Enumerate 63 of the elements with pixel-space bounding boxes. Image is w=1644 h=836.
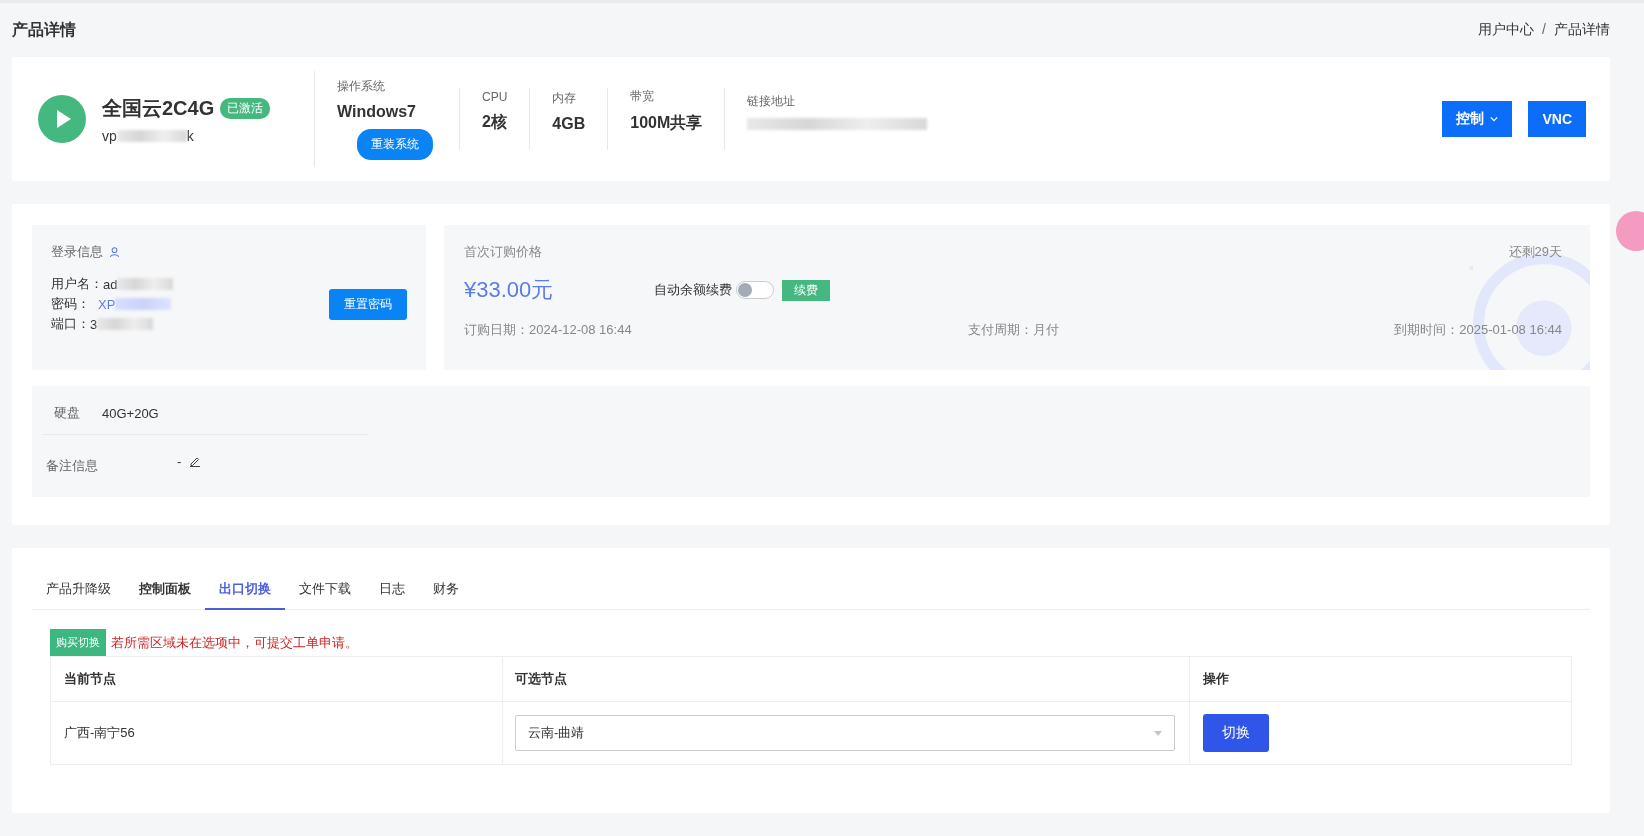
status-badge: 已激活 — [220, 97, 271, 119]
breadcrumb-separator: / — [1542, 21, 1546, 39]
expire-time: 到期时间：2025-01-08 16:44 — [1394, 321, 1562, 339]
switch-button[interactable]: 切换 — [1203, 714, 1269, 752]
reinstall-button[interactable]: 重装系统 — [357, 129, 433, 160]
order-date: 订购日期：2024-12-08 16:44 — [464, 321, 632, 339]
detail-label: 硬盘 — [54, 404, 81, 422]
redaction-blur — [116, 129, 187, 142]
detail-value: 40G+20G — [102, 405, 159, 421]
os-label: 操作系统 — [337, 78, 385, 95]
control-button[interactable]: VNC — [1528, 101, 1586, 137]
notice-text: 若所需区域未在选项中，可提交工单申请。 — [111, 633, 358, 652]
control-button[interactable]: 控制 — [1442, 101, 1513, 137]
login-label: 用户名： — [51, 275, 103, 293]
tab[interactable]: 日志 — [365, 572, 419, 610]
spec-value: 4GB — [552, 114, 586, 133]
product-id: vp — [102, 127, 117, 144]
login-value: ad — [103, 276, 118, 292]
breadcrumb-item: 产品详情 — [1554, 21, 1610, 39]
spec-label: CPU — [482, 89, 508, 104]
column-header: 操作 — [1202, 670, 1230, 688]
spec-label: 内存 — [552, 89, 578, 107]
tab[interactable]: 财务 — [419, 572, 473, 610]
tab[interactable]: 文件下载 — [285, 572, 365, 610]
auto-renew-toggle[interactable] — [736, 281, 774, 299]
redaction-blur — [97, 318, 154, 330]
price-amount: ¥33.00元 — [464, 276, 555, 304]
tab[interactable]: 出口切换 — [205, 572, 285, 610]
play-icon — [38, 95, 86, 143]
column-header: 可选节点 — [503, 657, 1190, 701]
detail-value: - — [177, 453, 182, 469]
redaction-blur — [117, 278, 174, 290]
payment-cycle: 支付周期：月付 — [967, 321, 1059, 339]
edit-icon[interactable] — [189, 455, 202, 467]
table-cell: 广西-南宁56 — [51, 702, 503, 764]
reset-password-button[interactable]: 重置密码 — [329, 288, 407, 320]
spec-value: 2核 — [482, 111, 508, 132]
login-title: 登录信息 — [51, 243, 103, 261]
auto-renew-label: 自动余额续费 — [654, 281, 732, 299]
product-name: 全国云2C4G — [102, 95, 215, 121]
tab[interactable]: 控制面板 — [125, 572, 205, 610]
link-label: 链接地址 — [747, 92, 797, 110]
login-value[interactable]: XP — [98, 296, 116, 312]
floating-widget-icon[interactable] — [1616, 211, 1644, 251]
login-value: 3 — [90, 316, 98, 332]
login-label: 端口： — [51, 315, 90, 333]
detail-label: 备注信息 — [46, 457, 99, 475]
product-id-end: k — [186, 127, 194, 144]
redaction-blur — [115, 298, 172, 310]
days-remaining: 还剩29天 — [1508, 243, 1562, 261]
caret-icon — [1490, 116, 1499, 122]
breadcrumb-item[interactable]: 用户中心 — [1478, 21, 1535, 39]
dropdown-arrow-icon — [1154, 730, 1162, 736]
page-title: 产品详情 — [12, 19, 76, 40]
spec-label: 带宽 — [630, 88, 656, 105]
tab[interactable]: 产品升降级 — [32, 572, 125, 610]
user-icon — [109, 246, 120, 258]
spec-value: 100M共享 — [630, 113, 703, 133]
login-label: 密码： — [51, 295, 90, 313]
node-select[interactable]: 云南-曲靖 — [515, 715, 1175, 751]
price-title: 首次订购价格 — [464, 243, 542, 261]
column-header: 当前节点 — [51, 657, 503, 701]
os-value: Windows7 — [337, 103, 416, 121]
